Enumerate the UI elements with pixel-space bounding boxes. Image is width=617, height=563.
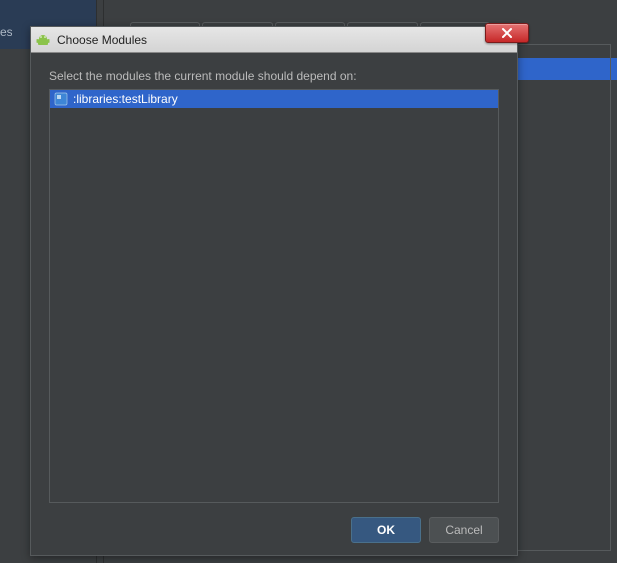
- dialog-title: Choose Modules: [57, 33, 147, 47]
- ok-button[interactable]: OK: [351, 517, 421, 543]
- cancel-button[interactable]: Cancel: [429, 517, 499, 543]
- background-left-panel-label: es: [0, 25, 12, 43]
- module-icon: [54, 92, 68, 106]
- module-item[interactable]: :libraries:testLibrary: [50, 90, 498, 108]
- dialog-body: Select the modules the current module sh…: [31, 53, 517, 555]
- module-item-label: :libraries:testLibrary: [73, 92, 178, 106]
- android-icon: [35, 32, 51, 48]
- dialog-titlebar[interactable]: Choose Modules: [31, 27, 517, 53]
- choose-modules-dialog: Choose Modules Select the modules the cu…: [30, 26, 518, 556]
- instruction-text: Select the modules the current module sh…: [49, 69, 499, 83]
- close-icon: [501, 27, 513, 39]
- module-list[interactable]: :libraries:testLibrary: [49, 89, 499, 503]
- dialog-button-row: OK Cancel: [49, 517, 499, 543]
- close-button[interactable]: [485, 23, 529, 43]
